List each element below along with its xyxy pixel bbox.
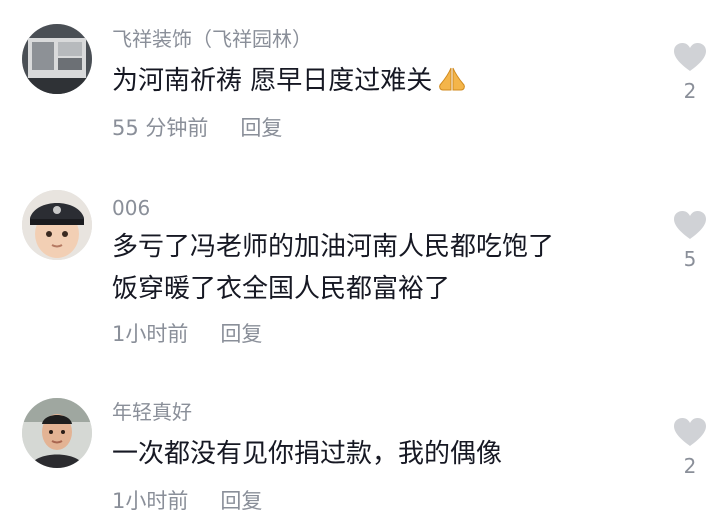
avatar-image bbox=[22, 24, 92, 94]
comment-username[interactable]: 年轻真好 bbox=[112, 400, 192, 424]
avatar-image bbox=[22, 190, 92, 260]
heart-icon bbox=[674, 418, 706, 446]
avatar[interactable] bbox=[22, 398, 92, 468]
comment-username[interactable]: 飞祥装饰（飞祥园林） bbox=[112, 27, 312, 51]
comment-text: 为河南祈祷 愿早日度过难关 bbox=[112, 60, 468, 106]
avatar[interactable] bbox=[22, 190, 92, 260]
comment-text-line: 一次都没有见你捐过款，我的偶像 bbox=[112, 439, 503, 469]
like-count: 5 bbox=[683, 247, 697, 271]
comment-meta: 55 分钟前 回复 bbox=[112, 116, 282, 140]
comment-time: 1小时前 bbox=[112, 489, 189, 513]
comment-text-line: 多亏了冯老师的加油河南人民都吃饱了 bbox=[112, 232, 555, 262]
comment-text: 一次都没有见你捐过款，我的偶像 bbox=[112, 433, 502, 475]
like-button[interactable]: 2 bbox=[668, 417, 712, 477]
comment-text: 多亏了冯老师的加油河南人民都吃饱了 饭穿暖了衣全国人民都富裕了 bbox=[112, 226, 554, 310]
comment-item: 飞祥装饰（飞祥园林） 为河南祈祷 愿早日度过难关 55 分钟前 回复 2 bbox=[0, 0, 724, 160]
comment-text-line: 为河南祈祷 愿早日度过难关 bbox=[112, 66, 433, 96]
comment-text-line: 饭穿暖了衣全国人民都富裕了 bbox=[112, 274, 451, 304]
like-count: 2 bbox=[683, 79, 697, 103]
avatar-image bbox=[22, 398, 92, 468]
heart-icon bbox=[674, 43, 706, 71]
comment-time: 1小时前 bbox=[112, 322, 189, 346]
comment-username[interactable]: 006 bbox=[112, 196, 150, 220]
avatar[interactable] bbox=[22, 24, 92, 94]
like-count: 2 bbox=[683, 454, 697, 478]
comment-time: 55 分钟前 bbox=[112, 116, 209, 140]
reply-button[interactable]: 回复 bbox=[220, 489, 262, 513]
like-button[interactable]: 2 bbox=[668, 42, 712, 102]
reply-button[interactable]: 回复 bbox=[240, 116, 282, 140]
comment-item: 006 多亏了冯老师的加油河南人民都吃饱了 饭穿暖了衣全国人民都富裕了 1小时前… bbox=[0, 160, 724, 375]
like-button[interactable]: 5 bbox=[668, 210, 712, 270]
comment-item: 年轻真好 一次都没有见你捐过款，我的偶像 1小时前 回复 2 bbox=[0, 375, 724, 524]
folded-hands-icon bbox=[436, 64, 468, 106]
heart-icon bbox=[674, 211, 706, 239]
comment-meta: 1小时前 回复 bbox=[112, 322, 262, 346]
reply-button[interactable]: 回复 bbox=[220, 322, 262, 346]
comment-meta: 1小时前 回复 bbox=[112, 489, 262, 513]
